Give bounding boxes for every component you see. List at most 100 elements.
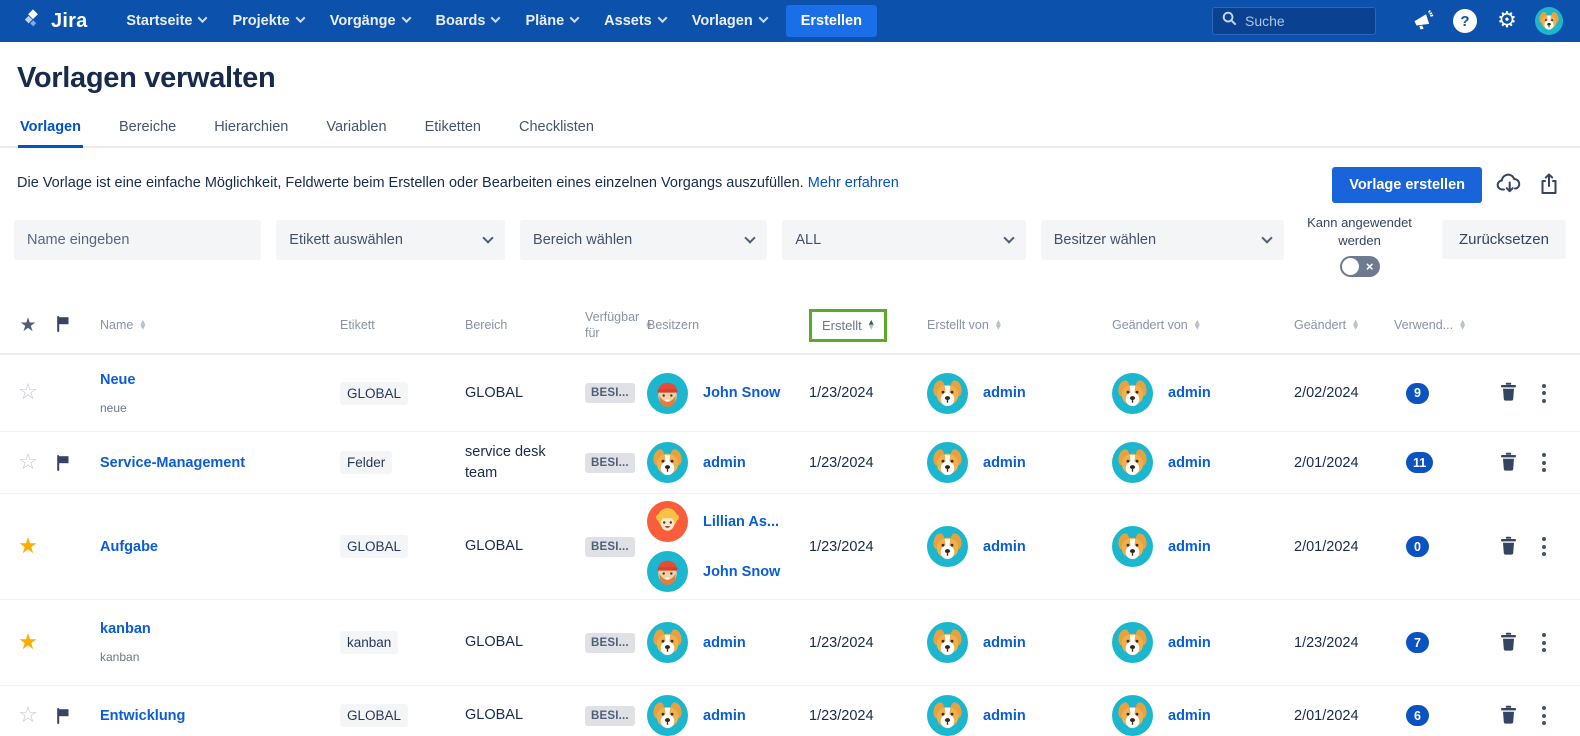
- create-template-button[interactable]: Vorlage erstellen: [1332, 167, 1482, 203]
- delete-button[interactable]: [1500, 632, 1517, 654]
- row-menu-button[interactable]: [1538, 380, 1550, 407]
- star-icon[interactable]: ★: [18, 632, 38, 654]
- user: John Snow: [647, 373, 809, 414]
- nav-item-3[interactable]: Boards: [423, 0, 513, 42]
- delete-button[interactable]: [1500, 705, 1517, 727]
- template-subtitle: neue: [100, 401, 340, 415]
- user-link[interactable]: John Snow: [703, 385, 780, 401]
- delete-button[interactable]: [1500, 382, 1517, 404]
- tab-vorlagen[interactable]: Vorlagen: [18, 119, 83, 148]
- row-menu-button[interactable]: [1538, 702, 1550, 729]
- column-label: Geändert von: [1112, 318, 1188, 332]
- user-link[interactable]: John Snow: [703, 564, 780, 580]
- column-label: Erstellt: [822, 318, 862, 333]
- tab-hierarchien[interactable]: Hierarchien: [212, 119, 290, 148]
- created-date: 1/23/2024: [809, 455, 927, 471]
- page-description: Die Vorlage ist eine einfache Möglichkei…: [17, 167, 899, 191]
- row-menu-button[interactable]: [1538, 533, 1550, 560]
- delete-button[interactable]: [1500, 452, 1517, 474]
- user-link[interactable]: admin: [1168, 539, 1211, 555]
- scope-filter-dropdown[interactable]: Bereich wählen: [520, 220, 767, 260]
- nav-item-5[interactable]: Assets: [591, 0, 679, 42]
- chevron-down-icon: [745, 232, 756, 243]
- import-button[interactable]: [1496, 172, 1524, 199]
- user-link[interactable]: admin: [1168, 635, 1211, 651]
- owners-cell: John Snow: [647, 373, 809, 414]
- owner-filter-dropdown[interactable]: Besitzer wählen: [1041, 220, 1284, 260]
- tab-variablen[interactable]: Variablen: [324, 119, 388, 148]
- megaphone-icon: [1411, 8, 1435, 35]
- table-row: ☆ Entwicklung GLOBAL GLOBAL BESI... admi…: [0, 685, 1580, 736]
- user-link[interactable]: admin: [983, 539, 1026, 555]
- reset-button[interactable]: Zurücksetzen: [1442, 220, 1566, 259]
- created-by-cell: admin: [927, 695, 1112, 736]
- template-name-link[interactable]: Service-Management: [100, 455, 340, 471]
- search-input[interactable]: [1245, 13, 1355, 29]
- nav-item-0[interactable]: Startseite: [113, 0, 219, 42]
- column-header-name[interactable]: Name▲▼: [90, 318, 340, 332]
- name-filter-input[interactable]: [27, 232, 248, 248]
- nav-item-4[interactable]: Pläne: [512, 0, 591, 42]
- template-name-link[interactable]: kanban: [100, 621, 340, 637]
- star-icon[interactable]: ★: [18, 536, 38, 558]
- user-link[interactable]: admin: [703, 708, 746, 724]
- nav-item-2[interactable]: Vorgänge: [317, 0, 423, 42]
- user: admin: [647, 442, 809, 483]
- top-navbar: Jira Startseite Projekte Vorgänge Boards…: [0, 0, 1580, 42]
- announcements-button[interactable]: [1406, 4, 1440, 38]
- row-menu-button[interactable]: [1538, 449, 1550, 476]
- toggle-off-icon: ×: [1366, 258, 1374, 276]
- template-name-link[interactable]: Entwicklung: [100, 708, 340, 724]
- help-button[interactable]: ?: [1448, 4, 1482, 38]
- star-icon[interactable]: ☆: [18, 382, 38, 404]
- flag-icon: [56, 455, 90, 471]
- user-link[interactable]: admin: [983, 385, 1026, 401]
- column-header-verfuegbar[interactable]: Verfügbar für▲▼: [585, 309, 647, 342]
- column-header-verwendungen[interactable]: Verwend...▲▼: [1394, 318, 1486, 332]
- user-link[interactable]: admin: [1168, 455, 1211, 471]
- export-button[interactable]: [1538, 172, 1560, 199]
- nav-search[interactable]: [1212, 7, 1376, 35]
- nav-item-1[interactable]: Projekte: [219, 0, 316, 42]
- create-button[interactable]: Erstellen: [786, 5, 877, 37]
- tab-etiketten[interactable]: Etiketten: [423, 119, 483, 148]
- learn-more-link[interactable]: Mehr erfahren: [808, 175, 899, 191]
- can-apply-toggle[interactable]: ×: [1340, 256, 1380, 277]
- column-header-erstellt_von[interactable]: Erstellt von▲▼: [927, 318, 1112, 332]
- tab-checklisten[interactable]: Checklisten: [517, 119, 596, 148]
- template-name-link[interactable]: Neue: [100, 372, 340, 388]
- template-name-link[interactable]: Aufgabe: [100, 539, 340, 555]
- delete-button[interactable]: [1500, 536, 1517, 558]
- user-link[interactable]: admin: [983, 455, 1026, 471]
- column-header-besitzern: Besitzern: [647, 318, 809, 332]
- row-menu-button[interactable]: [1538, 629, 1550, 656]
- available-for-chip: BESI...: [585, 453, 635, 473]
- settings-button[interactable]: ⚙: [1490, 4, 1524, 38]
- star-icon[interactable]: ☆: [18, 452, 38, 474]
- jira-logo[interactable]: Jira: [22, 8, 87, 35]
- user-avatar-button[interactable]: [1532, 4, 1566, 38]
- user-link[interactable]: admin: [983, 708, 1026, 724]
- user-link[interactable]: Lillian As...: [703, 514, 779, 530]
- column-label: Name: [100, 318, 133, 332]
- column-header-geaendert[interactable]: Geändert▲▼: [1294, 318, 1394, 332]
- nav-item-6[interactable]: Vorlagen: [679, 0, 780, 42]
- tab-bereiche[interactable]: Bereiche: [117, 119, 178, 148]
- column-label: Bereich: [465, 318, 507, 332]
- user-link[interactable]: admin: [703, 455, 746, 471]
- column-header-geaendert_von[interactable]: Geändert von▲▼: [1112, 318, 1294, 332]
- user-link[interactable]: admin: [1168, 385, 1211, 401]
- table-header: ★Name▲▼EtikettBereichVerfügbar für▲▼Besi…: [0, 303, 1580, 355]
- type-filter-dropdown[interactable]: ALL: [782, 220, 1025, 260]
- user-link[interactable]: admin: [1168, 708, 1211, 724]
- trash-icon: [1500, 452, 1517, 474]
- user-link[interactable]: admin: [983, 635, 1026, 651]
- label-filter-dropdown[interactable]: Etikett auswählen: [276, 220, 505, 260]
- star-icon[interactable]: ☆: [18, 705, 38, 727]
- user: admin: [1112, 622, 1294, 663]
- name-filter[interactable]: [14, 220, 261, 260]
- column-header-erstellt[interactable]: Erstellt▲▼: [809, 309, 927, 342]
- column-label: Verwend...: [1394, 318, 1453, 332]
- column-label: Besitzern: [647, 318, 699, 332]
- user-link[interactable]: admin: [703, 635, 746, 651]
